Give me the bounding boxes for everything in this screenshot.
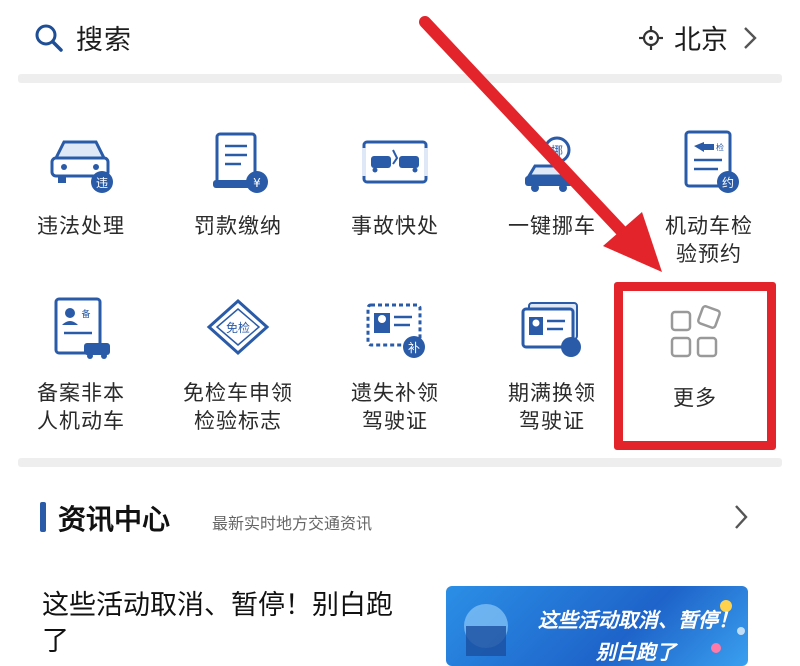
- exempt-label-icon: 免检: [206, 298, 270, 356]
- lost-license-icon: 补: [366, 303, 425, 358]
- location-label: 北京: [674, 25, 728, 56]
- search-bar: 搜索 北京: [0, 0, 800, 74]
- svg-text:检: 检: [716, 142, 724, 152]
- section-marker: [40, 502, 46, 532]
- service-fine[interactable]: ¥ 罚款缴纳: [163, 128, 313, 240]
- move-car-icon: 挪: [525, 136, 573, 192]
- news-item-title: 这些活动取消、暂停！别白跑了: [42, 590, 393, 657]
- service-exempt-label[interactable]: 免检 免检车申领 检验标志: [163, 295, 313, 435]
- service-label: 罚款缴纳: [194, 214, 282, 238]
- search-icon: [35, 24, 63, 52]
- svg-text:补: 补: [408, 341, 420, 355]
- search-button[interactable]: 搜索: [34, 18, 132, 57]
- renew-license-icon: [521, 302, 581, 357]
- news-thumbnail: 这些活动取消、暂停！ 别白跑了: [446, 586, 748, 666]
- svg-text:免检: 免检: [226, 320, 250, 335]
- svg-text:约: 约: [722, 175, 734, 190]
- service-label: 期满换领 驾驶证: [508, 381, 596, 433]
- location-selector[interactable]: 北京: [638, 18, 760, 57]
- service-label: 备案非本 人机动车: [37, 381, 125, 433]
- highlight-box: [614, 282, 776, 450]
- service-label: 免检车申领 检验标志: [183, 381, 293, 433]
- service-label: 遗失补领 驾驶证: [351, 381, 439, 433]
- car-violation-icon: 违: [50, 140, 113, 193]
- service-label: 事故快处: [351, 214, 439, 238]
- svg-text:¥: ¥: [253, 176, 261, 190]
- news-section-title: 资讯中心: [58, 503, 171, 536]
- register-vehicle-icon: 备: [54, 297, 110, 359]
- service-label: 机动车检 验预约: [665, 214, 753, 266]
- chevron-right-icon: [744, 26, 757, 49]
- news-section-subtitle: 最新实时地方交通资讯: [212, 514, 373, 533]
- service-accident[interactable]: 事故快处: [320, 128, 470, 240]
- news-header[interactable]: 资讯中心 最新实时地方交通资讯: [0, 484, 800, 548]
- fine-scroll-icon: ¥: [213, 132, 268, 193]
- search-label: 搜索: [76, 25, 132, 56]
- inspection-appointment-icon: 检 约: [684, 130, 739, 193]
- svg-text:备: 备: [81, 308, 90, 320]
- service-label: 一键挪车: [508, 214, 596, 238]
- svg-text:违: 违: [96, 176, 108, 190]
- service-lost-license[interactable]: 补 遗失补领 驾驶证: [320, 295, 470, 435]
- accident-cars-icon: [362, 140, 428, 184]
- service-register-vehicle[interactable]: 备 备案非本 人机动车: [6, 295, 156, 435]
- service-inspection-appointment[interactable]: 检 约 机动车检 验预约: [634, 128, 784, 268]
- chevron-right-icon: [735, 505, 748, 529]
- divider: [18, 458, 782, 467]
- service-label: 违法处理: [37, 214, 125, 238]
- news-item[interactable]: 这些活动取消、暂停！别白跑了 这些活动取消、暂停！ 别白跑了: [0, 560, 800, 666]
- service-renew-license[interactable]: 期满换领 驾驶证: [477, 295, 627, 435]
- location-target-icon: [639, 25, 663, 50]
- svg-text:挪: 挪: [551, 144, 563, 158]
- thumbnail-text: 这些活动取消、暂停！: [538, 608, 738, 632]
- divider: [18, 74, 782, 83]
- service-move-car[interactable]: 挪 一键挪车: [477, 128, 627, 240]
- service-violation[interactable]: 违 违法处理: [6, 128, 156, 240]
- thumbnail-text: 别白跑了: [596, 640, 676, 664]
